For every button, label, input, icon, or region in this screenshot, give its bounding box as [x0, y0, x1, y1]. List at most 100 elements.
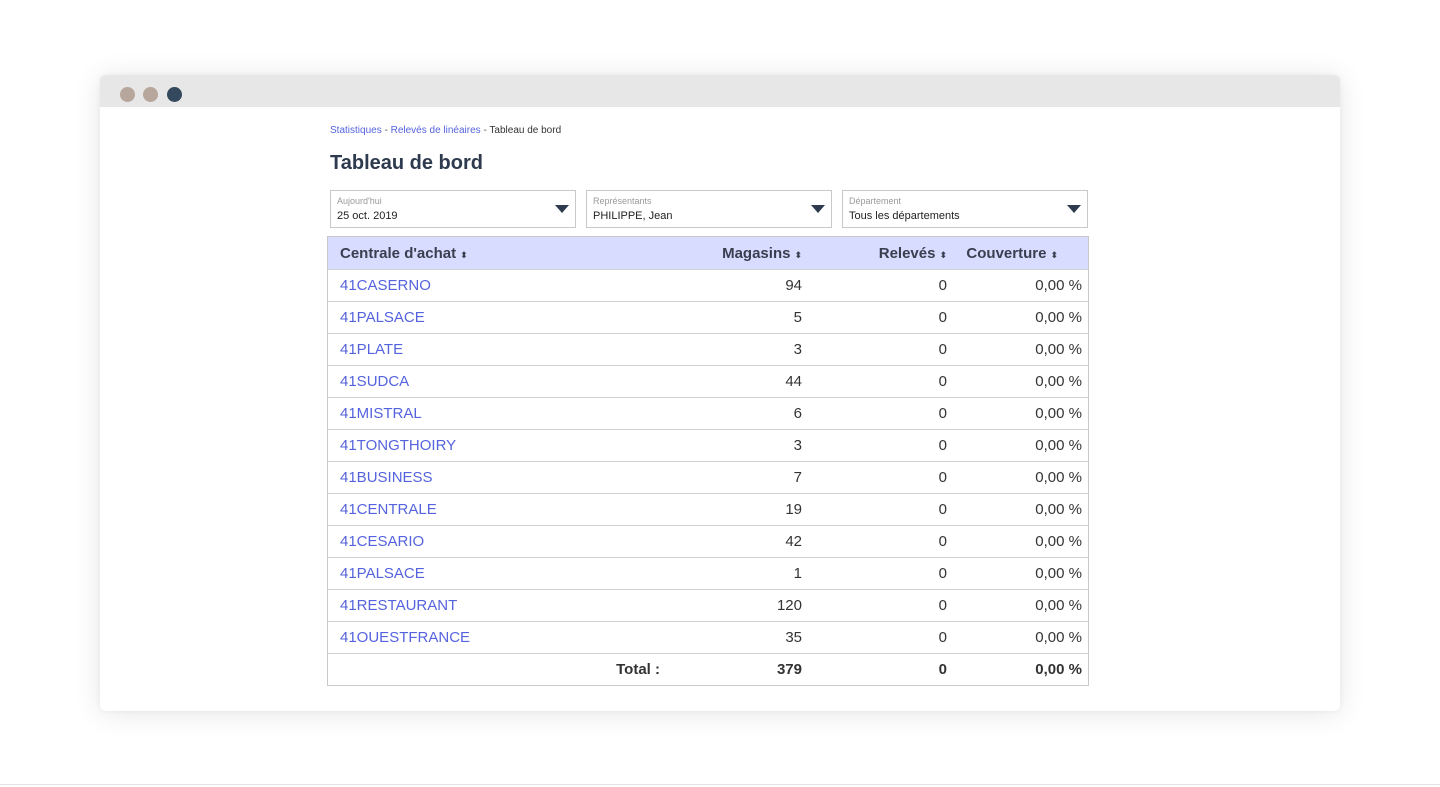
releves-cell: 0 — [802, 589, 947, 622]
date-filter-select[interactable]: Aujourd'hui 25 oct. 2019 — [330, 190, 576, 228]
couverture-cell: 0,00 % — [947, 333, 1088, 366]
centrale-link[interactable]: 41CESARIO — [328, 525, 670, 558]
releves-cell: 0 — [802, 525, 947, 558]
centrale-link[interactable]: 41OUESTFRANCE — [328, 621, 670, 654]
table-row: 41PALSACE 1 0 0,00 % — [328, 557, 1088, 590]
releves-cell: 0 — [802, 621, 947, 654]
table-row: 41PALSACE 5 0 0,00 % — [328, 301, 1088, 334]
page-bottom-divider — [0, 784, 1440, 785]
centrale-link[interactable]: 41CASERNO — [328, 269, 670, 302]
centrale-link[interactable]: 41PALSACE — [328, 301, 670, 334]
page-title: Tableau de bord — [330, 152, 483, 174]
column-header-label: Relevés — [878, 244, 936, 262]
couverture-cell: 0,00 % — [947, 525, 1088, 558]
releves-cell: 0 — [802, 333, 947, 366]
releves-cell: 0 — [802, 493, 947, 526]
table-header-row: Centrale d'achat ⬍ Magasins ⬍ Relevés ⬍ Cou… — [328, 237, 1088, 270]
centrale-link[interactable]: 41CENTRALE — [328, 493, 670, 526]
magasins-cell: 120 — [670, 589, 802, 622]
magasins-cell: 3 — [670, 429, 802, 462]
breadcrumb-link-statistiques[interactable]: Statistiques — [330, 125, 382, 136]
sort-icon[interactable]: ⬍ — [794, 250, 802, 260]
column-header-couverture[interactable]: Couverture ⬍ — [947, 237, 1088, 270]
couverture-cell: 0,00 % — [947, 397, 1088, 430]
browser-window: Statistiques - Relevés de linéaires - Ta… — [100, 75, 1340, 711]
table-row: 41CESARIO 42 0 0,00 % — [328, 525, 1088, 558]
breadcrumb-link-releves[interactable]: Relevés de linéaires — [391, 125, 481, 136]
couverture-cell: 0,00 % — [947, 301, 1088, 334]
filter-value: 25 oct. 2019 — [337, 210, 398, 222]
column-header-label: Centrale d'achat — [340, 244, 457, 262]
magasins-cell: 6 — [670, 397, 802, 430]
breadcrumb: Statistiques - Relevés de linéaires - Ta… — [330, 125, 561, 136]
window-minimize-dot[interactable] — [143, 87, 158, 102]
couverture-cell: 0,00 % — [947, 557, 1088, 590]
releves-cell: 0 — [802, 461, 947, 494]
table-body: 41CASERNO 94 0 0,00 % 41PALSACE 5 0 0,00 % 41PLA… — [328, 269, 1088, 685]
departement-filter-select[interactable]: Département Tous les départements — [842, 190, 1088, 228]
magasins-cell: 5 — [670, 301, 802, 334]
column-header-magasins[interactable]: Magasins ⬍ — [670, 237, 802, 270]
filter-bar: Aujourd'hui 25 oct. 2019 Représentants P… — [330, 190, 1090, 230]
releves-cell: 0 — [802, 269, 947, 302]
breadcrumb-separator: - — [483, 125, 487, 136]
magasins-cell: 35 — [670, 621, 802, 654]
column-header-label: Magasins — [722, 244, 791, 262]
sort-icon[interactable]: ⬍ — [460, 250, 468, 260]
magasins-cell: 94 — [670, 269, 802, 302]
stats-table-container: Centrale d'achat ⬍ Magasins ⬍ Relevés ⬍ Cou… — [327, 236, 1089, 686]
filter-value: PHILIPPE, Jean — [593, 210, 673, 222]
table-row: 41SUDCA 44 0 0,00 % — [328, 365, 1088, 398]
couverture-cell: 0,00 % — [947, 493, 1088, 526]
table-row: 41TONGTHOIRY 3 0 0,00 % — [328, 429, 1088, 462]
releves-cell: 0 — [802, 301, 947, 334]
magasins-cell: 7 — [670, 461, 802, 494]
couverture-cell: 0,00 % — [947, 429, 1088, 462]
couverture-cell: 0,00 % — [947, 365, 1088, 398]
sort-icon[interactable]: ⬍ — [1050, 250, 1058, 260]
total-label: Total : — [328, 653, 670, 685]
centrale-link[interactable]: 41RESTAURANT — [328, 589, 670, 622]
caret-down-icon[interactable] — [811, 205, 825, 213]
window-titlebar — [100, 75, 1340, 107]
table-row: 41OUESTFRANCE 35 0 0,00 % — [328, 621, 1088, 654]
magasins-cell: 1 — [670, 557, 802, 590]
sort-icon[interactable]: ⬍ — [939, 250, 947, 260]
table-row: 41CENTRALE 19 0 0,00 % — [328, 493, 1088, 526]
magasins-cell: 42 — [670, 525, 802, 558]
caret-down-icon[interactable] — [555, 205, 569, 213]
total-releves: 0 — [802, 653, 947, 685]
table-row: 41MISTRAL 6 0 0,00 % — [328, 397, 1088, 430]
representant-filter-select[interactable]: Représentants PHILIPPE, Jean — [586, 190, 832, 228]
table-row: 41BUSINESS 7 0 0,00 % — [328, 461, 1088, 494]
column-header-centrale[interactable]: Centrale d'achat ⬍ — [328, 237, 670, 270]
total-couverture: 0,00 % — [947, 653, 1088, 685]
window-maximize-dot[interactable] — [167, 87, 182, 102]
couverture-cell: 0,00 % — [947, 621, 1088, 654]
centrale-link[interactable]: 41BUSINESS — [328, 461, 670, 494]
couverture-cell: 0,00 % — [947, 269, 1088, 302]
couverture-cell: 0,00 % — [947, 589, 1088, 622]
centrale-link[interactable]: 41TONGTHOIRY — [328, 429, 670, 462]
table-row: 41RESTAURANT 120 0 0,00 % — [328, 589, 1088, 622]
window-close-dot[interactable] — [120, 87, 135, 102]
filter-value: Tous les départements — [849, 210, 960, 222]
magasins-cell: 3 — [670, 333, 802, 366]
releves-cell: 0 — [802, 397, 947, 430]
centrale-link[interactable]: 41PALSACE — [328, 557, 670, 590]
total-magasins: 379 — [670, 653, 802, 685]
table-total-row: Total : 379 0 0,00 % — [328, 653, 1088, 685]
centrale-link[interactable]: 41SUDCA — [328, 365, 670, 398]
table-row: 41CASERNO 94 0 0,00 % — [328, 269, 1088, 302]
breadcrumb-separator: - — [384, 125, 388, 136]
filter-label: Représentants — [593, 196, 652, 206]
magasins-cell: 19 — [670, 493, 802, 526]
releves-cell: 0 — [802, 557, 947, 590]
column-header-label: Couverture — [966, 244, 1047, 262]
releves-cell: 0 — [802, 429, 947, 462]
column-header-releves[interactable]: Relevés ⬍ — [802, 237, 947, 270]
breadcrumb-current: Tableau de bord — [489, 125, 562, 136]
centrale-link[interactable]: 41PLATE — [328, 333, 670, 366]
caret-down-icon[interactable] — [1067, 205, 1081, 213]
centrale-link[interactable]: 41MISTRAL — [328, 397, 670, 430]
